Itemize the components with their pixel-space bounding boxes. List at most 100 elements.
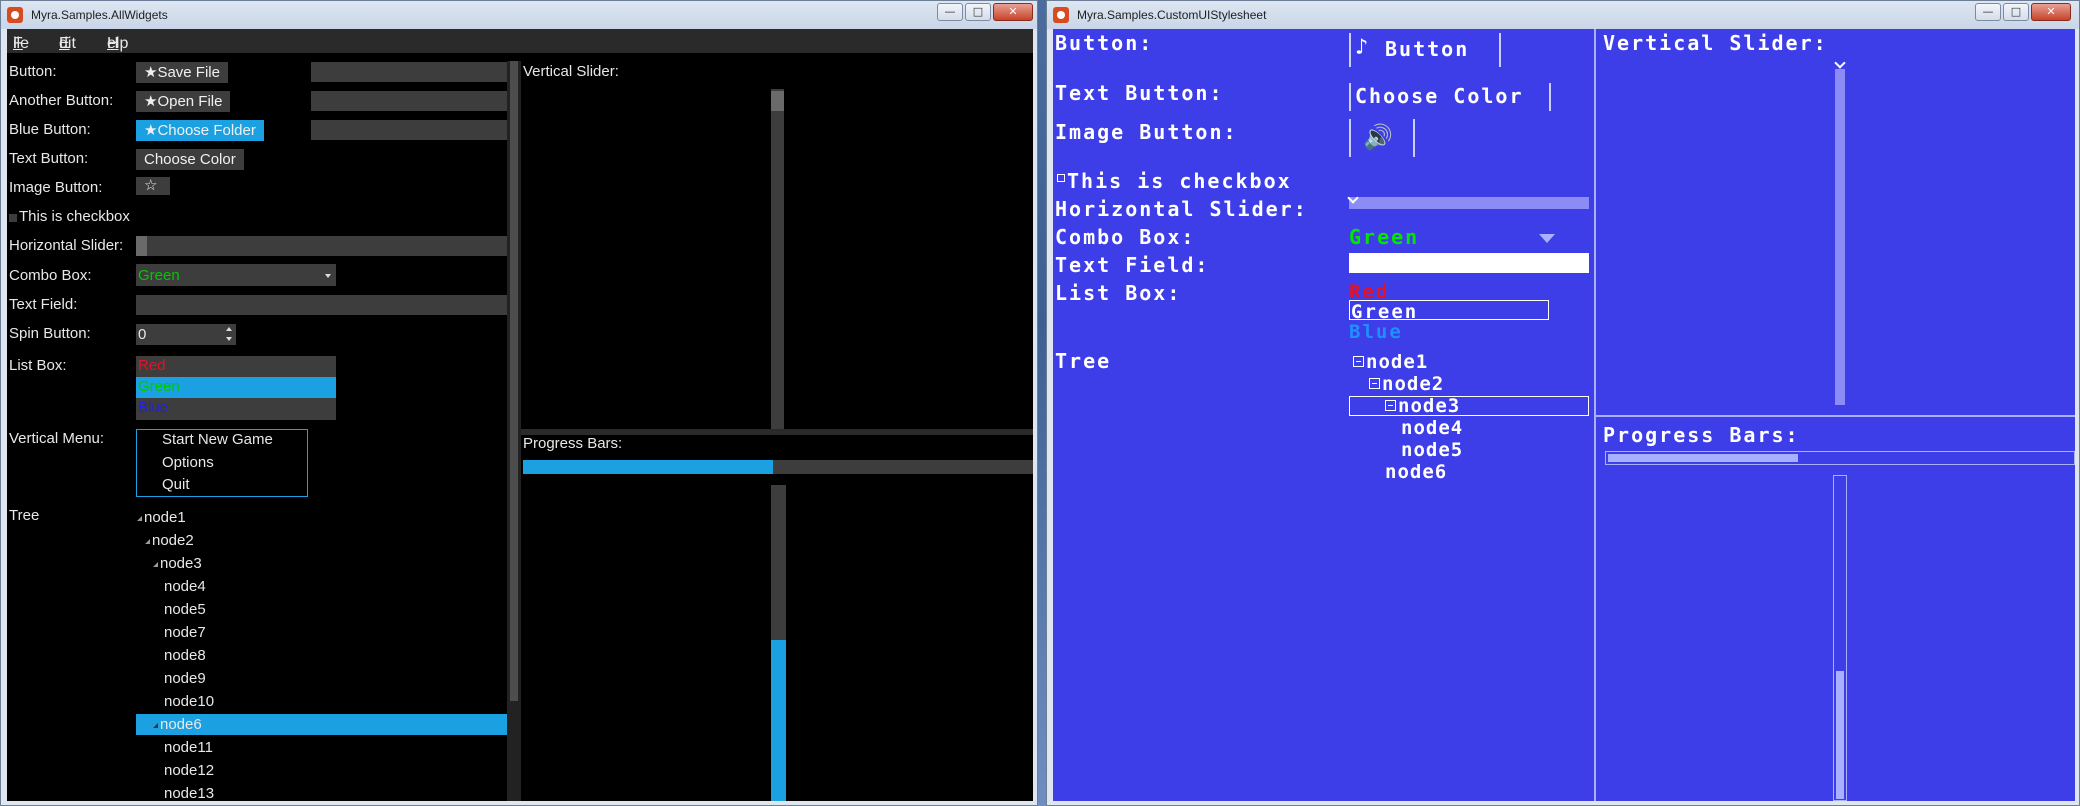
menu-item-options[interactable]: Options — [162, 454, 214, 471]
chevron-down-icon — [325, 274, 331, 278]
app-icon — [1053, 7, 1069, 23]
list-item-green[interactable]: Green — [1351, 301, 1418, 323]
music-button[interactable]: ♪ Button — [1349, 33, 1501, 67]
image-button-label: Image Button: — [9, 179, 103, 196]
minimize-button[interactable]: — — [937, 3, 963, 21]
button-label: Button: — [1055, 31, 1154, 55]
text-field[interactable] — [1349, 253, 1589, 273]
expand-triangle-icon — [153, 723, 158, 728]
combo-box-label: Combo Box: — [1055, 225, 1196, 249]
horizontal-slider-track[interactable] — [1349, 197, 1589, 209]
menu-bar: File Edit Help — [7, 29, 1033, 53]
window-title: Myra.Samples.AllWidgets — [31, 8, 168, 22]
list-item-blue[interactable]: Blue — [1349, 321, 1403, 343]
tree-node[interactable]: node2 — [1369, 373, 1444, 395]
text-field-label: Text Field: — [1055, 253, 1210, 277]
horizontal-slider-track[interactable] — [136, 236, 507, 256]
close-button[interactable]: ✕ — [2031, 3, 2071, 21]
chevron-down-icon[interactable] — [1539, 234, 1555, 243]
text-field[interactable] — [136, 295, 507, 315]
window-title: Myra.Samples.CustomUIStylesheet — [1077, 8, 1267, 22]
tree-node[interactable]: node12 — [164, 762, 214, 779]
music-note-icon: ♪ — [1355, 35, 1369, 60]
list-item-green[interactable]: Green — [138, 378, 180, 395]
horizontal-slider-label: Horizontal Slider: — [1055, 197, 1308, 221]
title-bar[interactable]: Myra.Samples.AllWidgets — □ ✕ — [1, 1, 1037, 29]
save-file-button[interactable]: ★Save File — [136, 62, 228, 83]
another-button-extra-field[interactable] — [311, 91, 507, 111]
checkbox-box[interactable] — [9, 214, 17, 222]
button-label: Button: — [9, 63, 57, 80]
widgets-panel: Button: ★Save File Another Button: ★Open… — [7, 53, 1033, 801]
list-box-label: List Box: — [9, 357, 67, 374]
checkbox-box[interactable] — [1057, 174, 1065, 182]
menu-item-start-new-game[interactable]: Start New Game — [162, 431, 273, 448]
tree-node[interactable]: node4 — [164, 578, 206, 595]
vertical-progress-fill — [771, 640, 786, 801]
slider-thumb-icon[interactable] — [1834, 57, 1846, 69]
button-extra-field[interactable] — [311, 62, 507, 82]
all-widgets-window: Myra.Samples.AllWidgets — □ ✕ File Edit … — [0, 0, 1038, 806]
spin-button-value: 0 — [138, 326, 147, 343]
collapse-icon[interactable] — [1385, 400, 1396, 411]
image-button[interactable]: ☆ — [136, 177, 170, 195]
menu-item-quit[interactable]: Quit — [162, 476, 190, 493]
spin-button-field[interactable] — [136, 324, 236, 345]
vertical-menu-label: Vertical Menu: — [9, 430, 105, 447]
combo-box-value[interactable]: Green — [1349, 225, 1419, 249]
text-field-label: Text Field: — [9, 296, 78, 313]
choose-folder-button[interactable]: ★Choose Folder — [136, 120, 264, 141]
expand-triangle-icon — [145, 539, 150, 544]
minimize-button[interactable]: — — [1975, 3, 2001, 21]
tree-node[interactable]: node6 — [1385, 461, 1447, 483]
tree-node-selected[interactable]: node3 — [1385, 395, 1460, 417]
expand-triangle-icon — [153, 562, 158, 567]
vertical-slider-thumb[interactable] — [771, 91, 784, 111]
image-button[interactable]: 🔊 — [1349, 119, 1415, 157]
checkbox-label[interactable]: This is checkbox — [1067, 169, 1292, 193]
tree-node[interactable]: node13 — [164, 785, 214, 801]
spin-down-icon[interactable] — [226, 337, 232, 341]
tree-node[interactable]: node8 — [164, 647, 206, 664]
tree-node[interactable]: node3 — [153, 555, 202, 572]
tree-node[interactable]: node4 — [1401, 417, 1463, 439]
vertical-slider-label: Vertical Slider: — [523, 63, 619, 80]
checkbox-label[interactable]: This is checkbox — [19, 208, 130, 225]
text-button-label: Text Button: — [1055, 81, 1224, 105]
tree-node[interactable]: node5 — [164, 601, 206, 618]
close-button[interactable]: ✕ — [993, 3, 1033, 21]
horizontal-splitter[interactable] — [1596, 415, 2075, 417]
list-box-label: List Box: — [1055, 281, 1182, 305]
list-item-red[interactable]: Red — [138, 357, 166, 374]
tree-node[interactable]: node9 — [164, 670, 206, 687]
collapse-icon[interactable] — [1353, 356, 1364, 367]
choose-color-button[interactable]: Choose Color — [1349, 83, 1551, 111]
custom-widgets-panel: Button: ♪ Button Text Button: Choose Col… — [1053, 29, 2075, 801]
tree-node[interactable]: node7 — [164, 624, 206, 641]
choose-color-button[interactable]: Choose Color — [136, 149, 244, 170]
tree-node-selected[interactable]: node6 — [153, 716, 202, 733]
tree-node[interactable]: node1 — [1353, 351, 1428, 373]
maximize-button[interactable]: □ — [2003, 3, 2029, 21]
tree-node[interactable]: node2 — [145, 532, 194, 549]
scrollbar-thumb[interactable] — [510, 61, 518, 701]
progress-bars-label: Progress Bars: — [1603, 423, 1800, 447]
title-bar[interactable]: Myra.Samples.CustomUIStylesheet — □ ✕ — [1047, 1, 2079, 29]
spin-up-icon[interactable] — [226, 327, 232, 331]
maximize-button[interactable]: □ — [965, 3, 991, 21]
image-button-label: Image Button: — [1055, 120, 1238, 144]
horizontal-slider-thumb[interactable] — [136, 236, 147, 256]
tree-node[interactable]: node5 — [1401, 439, 1463, 461]
list-item-blue[interactable]: Blue — [138, 399, 168, 416]
vertical-slider-track[interactable] — [771, 89, 784, 429]
tree-node[interactable]: node10 — [164, 693, 214, 710]
collapse-icon[interactable] — [1369, 378, 1380, 389]
star-outline-icon: ☆ — [144, 177, 158, 194]
expand-triangle-icon — [137, 516, 142, 521]
open-file-button[interactable]: ★Open File — [136, 91, 231, 112]
vertical-progress-fill — [1836, 671, 1844, 799]
tree-node[interactable]: node11 — [164, 739, 213, 756]
tree-node[interactable]: node1 — [137, 509, 186, 526]
vertical-slider-track[interactable] — [1835, 69, 1845, 405]
blue-button-extra-field[interactable] — [311, 120, 507, 140]
